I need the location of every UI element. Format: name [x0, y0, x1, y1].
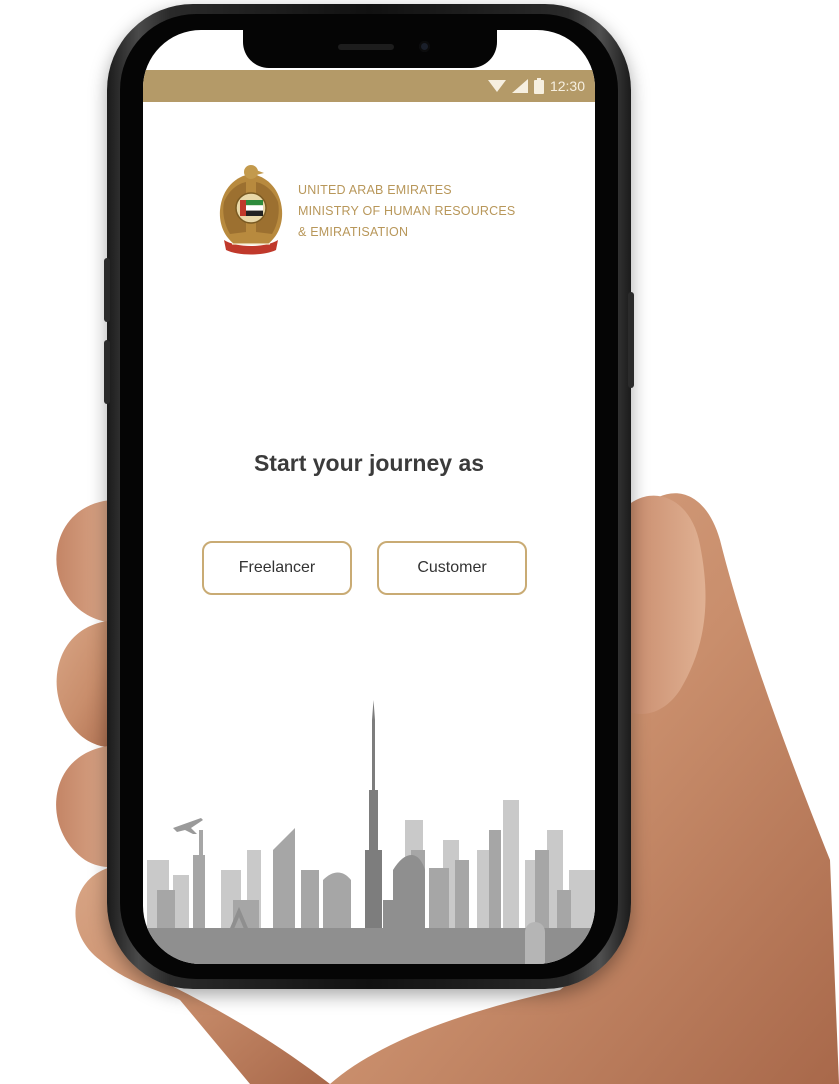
- power-button: [628, 292, 634, 388]
- front-camera: [419, 41, 430, 52]
- ministry-line-2: MINISTRY OF HUMAN RESOURCES: [298, 204, 516, 218]
- volume-up-button: [104, 258, 110, 322]
- status-bar: 12:30: [143, 70, 595, 102]
- cellular-signal-icon: [511, 79, 528, 93]
- speaker-grille: [338, 44, 394, 50]
- volume-down-button: [104, 340, 110, 404]
- battery-icon: [533, 78, 544, 94]
- ministry-name: UNITED ARAB EMIRATES MINISTRY OF HUMAN R…: [298, 180, 558, 243]
- uae-emblem-icon: [219, 165, 283, 255]
- ministry-line-1: UNITED ARAB EMIRATES: [298, 183, 452, 197]
- journey-title: Start your journey as: [253, 450, 485, 476]
- customer-button[interactable]: Customer: [377, 541, 527, 595]
- ministry-line-3: & EMIRATISATION: [298, 225, 409, 239]
- freelancer-button[interactable]: Freelancer: [202, 541, 352, 595]
- status-icons: 12:30: [487, 76, 585, 96]
- status-time: 12:30: [549, 78, 585, 94]
- dubai-skyline-illustration: [143, 700, 595, 964]
- wifi-icon: [487, 80, 506, 92]
